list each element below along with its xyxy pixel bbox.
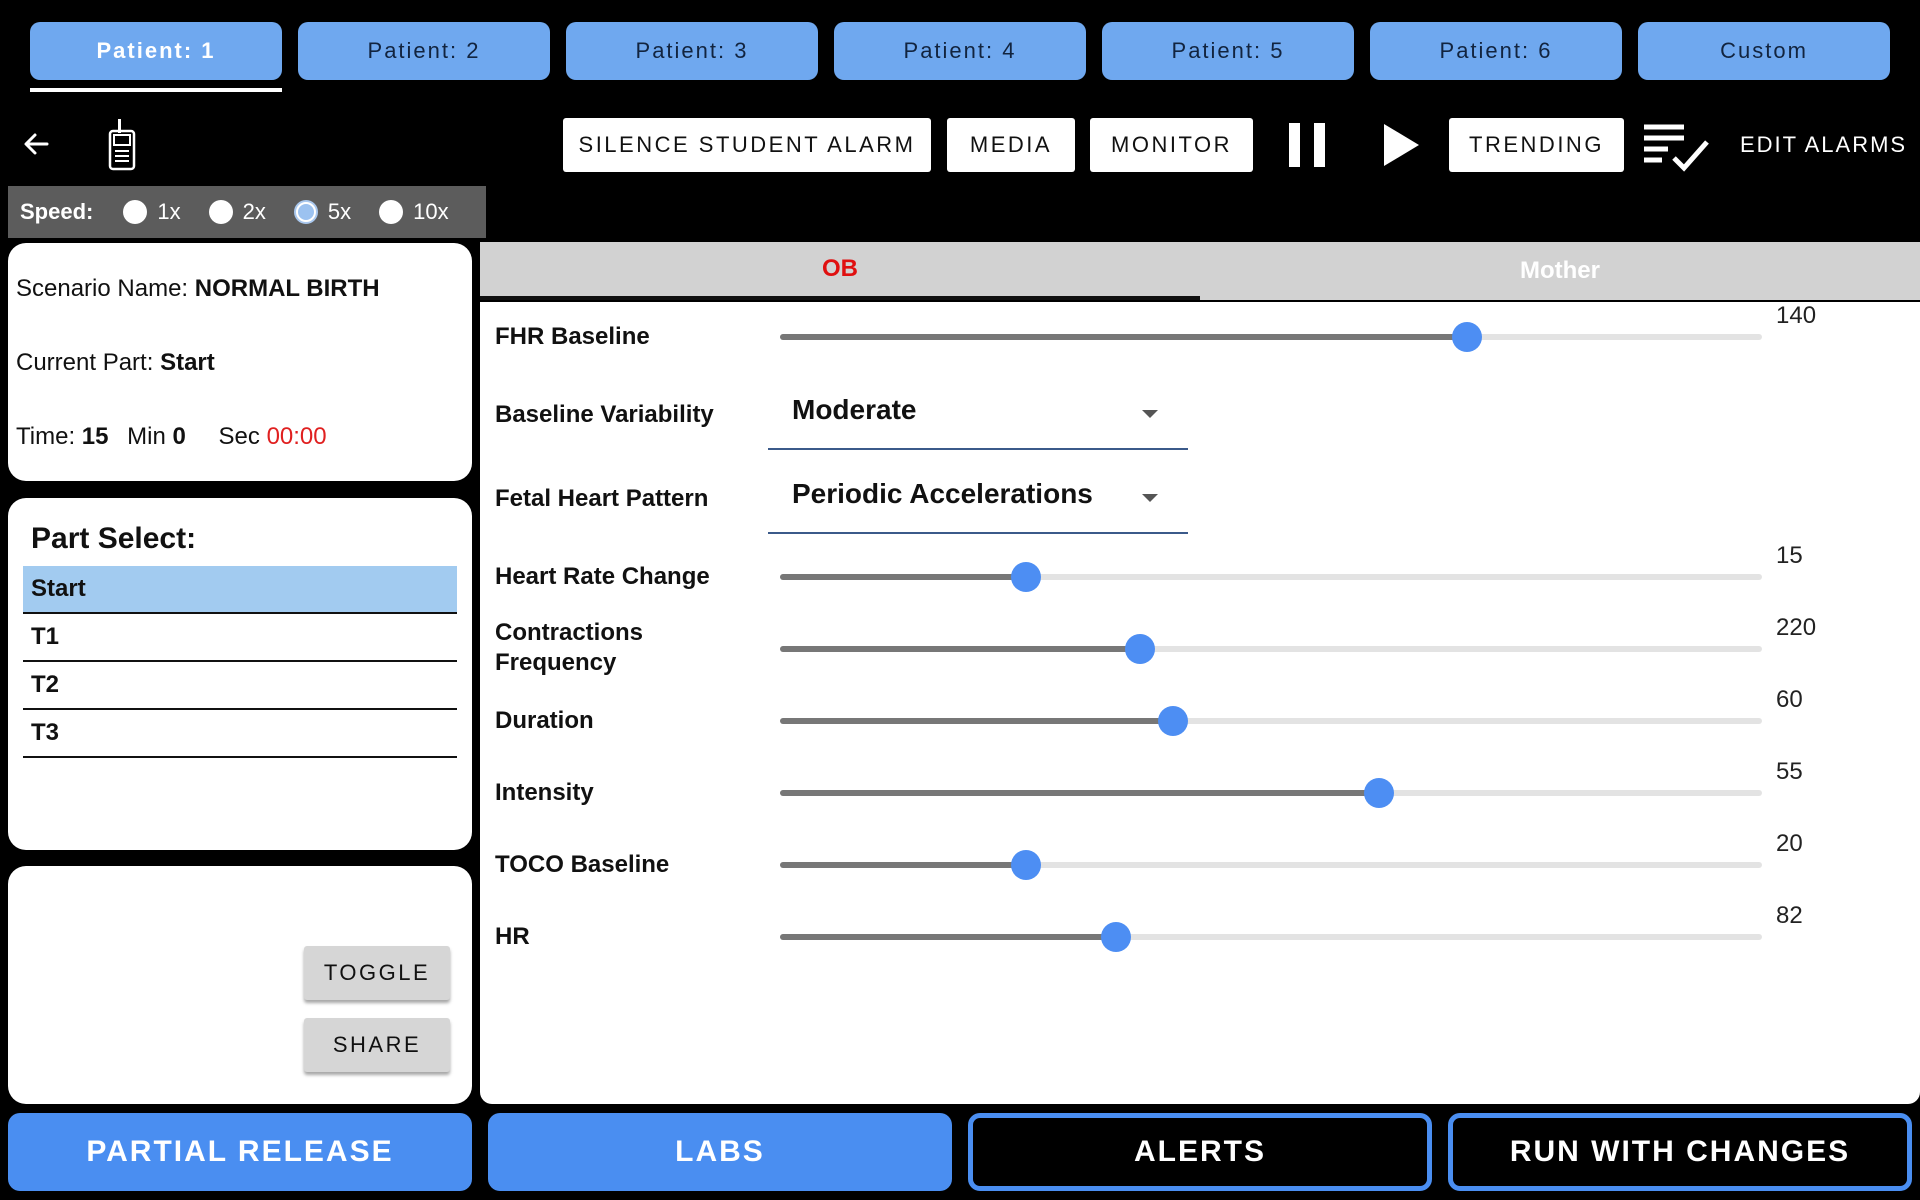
panel-tabs: OB Mother	[480, 242, 1920, 300]
tab-ob[interactable]: OB	[480, 242, 1200, 300]
tab-patient-5[interactable]: Patient: 5	[1102, 22, 1354, 80]
contractions-frequency-label: Contractions Frequency	[495, 619, 644, 676]
contractions-frequency-value: 220	[1776, 614, 1817, 641]
slider-thumb[interactable]	[1452, 322, 1483, 352]
slider-thumb[interactable]	[1125, 634, 1156, 664]
checklist-icon[interactable]	[1640, 122, 1712, 172]
scenario-info-card: Scenario Name: NORMAL BIRTH Current Part…	[8, 243, 472, 481]
hr-slider[interactable]	[780, 922, 1762, 952]
fetal-heart-pattern-label: Fetal Heart Pattern	[495, 485, 709, 512]
intensity-value: 55	[1776, 758, 1803, 785]
current-part-row: Current Part: Start	[16, 349, 215, 376]
arrow-left-icon[interactable]	[16, 122, 56, 166]
toco-baseline-value: 20	[1776, 830, 1803, 857]
radio-icon[interactable]	[208, 200, 233, 224]
labs-button[interactable]: LABS	[488, 1113, 952, 1191]
current-part: Start	[160, 349, 215, 376]
speed-option-2x[interactable]: 2x	[208, 199, 266, 225]
speed-option-1x[interactable]: 1x	[123, 199, 181, 225]
duration-label: Duration	[495, 707, 594, 734]
ob-parameters-panel: FHR Baseline 140 Baseline Variability Mo…	[480, 302, 1920, 1104]
fhr-baseline-label: FHR Baseline	[495, 323, 650, 350]
tab-patient-1[interactable]: Patient: 1	[30, 22, 282, 92]
intensity-slider[interactable]	[780, 778, 1762, 808]
patient-tabs: Patient: 1 Patient: 2 Patient: 3 Patient…	[30, 22, 1890, 92]
side-actions-card: TOGGLE SHARE	[8, 866, 472, 1104]
caret-down-icon	[1142, 410, 1158, 418]
contractions-frequency-slider[interactable]	[780, 634, 1762, 664]
share-button[interactable]: SHARE	[304, 1018, 450, 1072]
scenario-name-row: Scenario Name: NORMAL BIRTH	[16, 275, 380, 302]
speed-option-10x[interactable]: 10x	[379, 199, 449, 225]
scenario-clock: 00:00	[266, 423, 327, 450]
heart-rate-change-slider[interactable]	[780, 562, 1762, 592]
radio-selected-icon[interactable]	[293, 200, 318, 224]
part-select-card: Part Select: Start T1 T2 T3	[8, 498, 472, 850]
slider-thumb[interactable]	[1157, 706, 1188, 736]
heart-rate-change-value: 15	[1776, 542, 1803, 569]
intensity-label: Intensity	[495, 779, 594, 806]
play-icon[interactable]	[1378, 120, 1424, 170]
radio-icon[interactable]	[123, 200, 148, 224]
run-with-changes-button[interactable]: RUN WITH CHANGES	[1448, 1113, 1912, 1191]
speed-option-5x[interactable]: 5x	[293, 199, 351, 225]
hr-value: 82	[1776, 902, 1803, 929]
time-sec-value: 0	[172, 423, 186, 450]
time-row: Time: 15 Min 0 Sec 00:00	[16, 423, 327, 450]
duration-value: 60	[1776, 686, 1803, 713]
part-item-t3[interactable]: T3	[23, 710, 457, 758]
heart-rate-change-label: Heart Rate Change	[495, 563, 710, 590]
monitor-button[interactable]: MONITOR	[1090, 118, 1253, 172]
toggle-button[interactable]: TOGGLE	[304, 946, 450, 1000]
radio-icon[interactable]	[379, 200, 404, 224]
slider-thumb[interactable]	[1010, 562, 1041, 592]
media-button[interactable]: MEDIA	[947, 118, 1075, 172]
part-item-t2[interactable]: T2	[23, 662, 457, 710]
part-item-start[interactable]: Start	[23, 566, 457, 614]
fhr-baseline-slider[interactable]	[780, 322, 1762, 352]
duration-slider[interactable]	[780, 706, 1762, 736]
baseline-variability-dropdown[interactable]: Moderate	[768, 378, 1188, 450]
pause-icon[interactable]	[1284, 120, 1330, 170]
slider-thumb[interactable]	[1364, 778, 1395, 808]
tab-patient-6[interactable]: Patient: 6	[1370, 22, 1622, 80]
scenario-name: NORMAL BIRTH	[194, 275, 380, 302]
part-list: Start T1 T2 T3	[23, 566, 457, 758]
part-select-title: Part Select:	[31, 522, 197, 555]
time-min-value: 15	[81, 423, 109, 450]
tab-patient-2[interactable]: Patient: 2	[298, 22, 550, 80]
partial-release-button[interactable]: PARTIAL RELEASE	[8, 1113, 472, 1191]
baseline-variability-label: Baseline Variability	[495, 401, 714, 428]
trending-button[interactable]: TRENDING	[1449, 118, 1624, 172]
silence-student-alarm-button[interactable]: SILENCE STUDENT ALARM	[563, 118, 931, 172]
alerts-button[interactable]: ALERTS	[968, 1113, 1432, 1191]
slider-thumb[interactable]	[1010, 850, 1041, 880]
fetal-heart-pattern-dropdown[interactable]: Periodic Accelerations	[768, 462, 1188, 534]
part-item-t1[interactable]: T1	[23, 614, 457, 662]
speed-selector: Speed: 1x 2x 5x 10x	[8, 186, 486, 238]
tab-custom[interactable]: Custom	[1638, 22, 1890, 80]
tab-patient-3[interactable]: Patient: 3	[566, 22, 818, 80]
slider-thumb[interactable]	[1100, 922, 1131, 952]
fhr-baseline-value: 140	[1776, 302, 1817, 329]
walkie-talkie-icon[interactable]	[102, 116, 142, 172]
hr-label: HR	[495, 923, 530, 950]
tab-mother[interactable]: Mother	[1200, 242, 1920, 300]
toco-baseline-slider[interactable]	[780, 850, 1762, 880]
speed-label: Speed:	[20, 199, 94, 224]
caret-down-icon	[1142, 494, 1158, 502]
toco-baseline-label: TOCO Baseline	[495, 851, 670, 878]
tab-patient-4[interactable]: Patient: 4	[834, 22, 1086, 80]
edit-alarms-button[interactable]: EDIT ALARMS	[1740, 132, 1907, 158]
